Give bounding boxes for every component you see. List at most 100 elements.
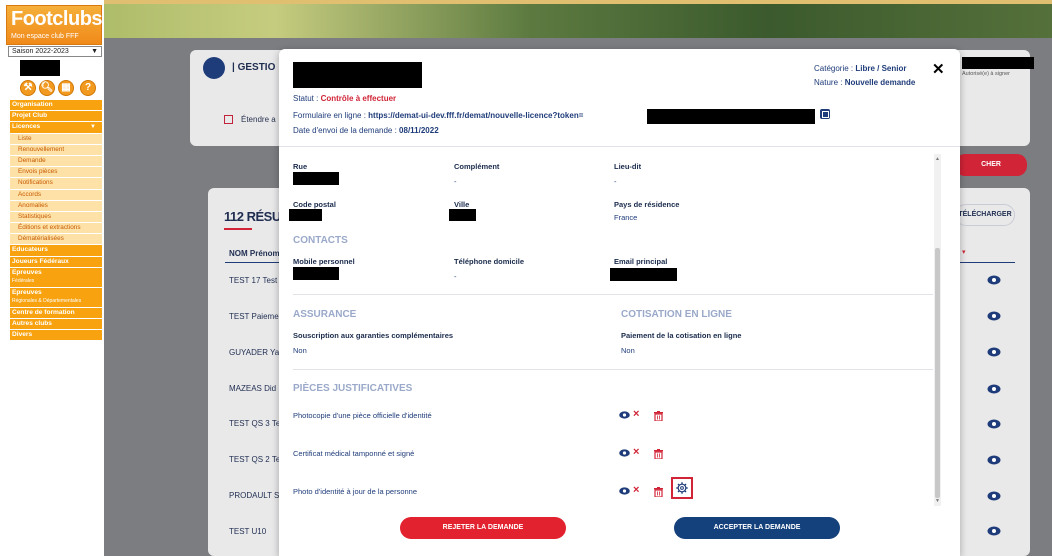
help-icon[interactable]: ?	[80, 80, 96, 96]
scroll-down-icon[interactable]: ▼	[934, 498, 941, 504]
gear-highlight-box	[671, 477, 693, 499]
sidebar-item-envois-pieces[interactable]: Envois pièces	[10, 167, 102, 178]
chevron-down-icon: ▼	[91, 48, 98, 55]
sidebar-item-joueurs-federaux[interactable]: Joueurs Fédéraux	[10, 256, 102, 267]
cotisation-label: Paiement de la cotisation en ligne	[621, 331, 742, 340]
accept-request-button[interactable]: ACCEPTER LA DEMANDE	[674, 517, 840, 539]
scrollbar-thumb[interactable]	[935, 248, 940, 498]
eye-icon[interactable]	[987, 275, 1001, 285]
assurance-label: Souscription aux garanties complémentair…	[293, 331, 454, 340]
search-icon[interactable]: 🔍︎	[39, 80, 55, 96]
chevron-down-icon[interactable]: ▾	[962, 248, 966, 256]
eye-icon[interactable]	[619, 411, 630, 419]
sidebar-item-autres-clubs[interactable]: Autres clubs	[10, 319, 102, 330]
eye-icon[interactable]	[987, 311, 1001, 321]
close-icon[interactable]: ✕	[932, 60, 945, 78]
search-button[interactable]: CHER	[955, 154, 1027, 176]
season-select-value: Saison 2022-2023	[12, 48, 69, 55]
season-select[interactable]: Saison 2022-2023 ▼	[8, 46, 102, 57]
license-request-modal: ✕ Catégorie : Libre / Senior Nature : No…	[279, 49, 960, 556]
complement-label: Complément	[454, 162, 500, 171]
close-icon[interactable]: ×	[633, 408, 639, 420]
sidebar-item-demande[interactable]: Demande	[10, 155, 102, 167]
close-icon[interactable]: ×	[633, 484, 639, 496]
banner-stripe	[104, 0, 1052, 4]
date-line: Date d'envoi de la demande : 08/11/2022	[293, 126, 439, 135]
results-title-underline	[224, 228, 252, 230]
category-line: Catégorie : Libre / Senior	[814, 64, 907, 73]
table-row: TEST QS 3 Te	[229, 419, 281, 428]
trash-icon[interactable]	[654, 449, 663, 459]
trash-icon[interactable]	[654, 411, 663, 421]
reject-request-button[interactable]: REJETER LA DEMANDE	[400, 517, 566, 539]
form-url[interactable]: https://demat-ui-dev.fff.fr/demat/nouvel…	[368, 111, 583, 120]
sidebar-item-accords[interactable]: Accords	[10, 189, 102, 200]
copy-icon[interactable]	[820, 109, 830, 119]
sidebar-item-liste[interactable]: Liste	[10, 133, 102, 144]
complement-value: -	[454, 177, 457, 186]
sidebar-item-educateurs[interactable]: Educateurs	[10, 245, 102, 256]
page-header-title: | GESTIO	[232, 62, 276, 73]
calendar-icon[interactable]: ▦	[58, 80, 74, 96]
user-role: Autorisé(e) à signer	[962, 71, 1010, 77]
pays-value: France	[614, 213, 638, 222]
redacted-user-name	[962, 57, 1034, 69]
trash-icon[interactable]	[654, 487, 663, 497]
scroll-up-icon[interactable]: ▲	[934, 156, 941, 162]
modal-scroll-area[interactable]: Rue Complément - Lieu-dit - Code postal …	[279, 149, 960, 509]
column-header-name[interactable]: NOM Prénom	[229, 249, 280, 258]
eye-icon[interactable]	[987, 347, 1001, 357]
sidebar-item-organisation[interactable]: Organisation	[10, 100, 102, 111]
eye-icon[interactable]	[987, 419, 1001, 429]
sidebar-item-epreuves-federales[interactable]: Epreuves Fédérales	[10, 267, 102, 287]
gear-icon[interactable]	[676, 482, 688, 494]
extend-label: Étendre a	[241, 115, 276, 124]
header-banner	[104, 0, 1052, 38]
eye-icon[interactable]	[987, 526, 1001, 536]
pieces-title: PIÈCES JUSTIFICATIVES	[293, 383, 413, 394]
cotisation-value: Non	[621, 346, 635, 355]
redacted-person-name	[293, 62, 422, 88]
extend-checkbox[interactable]	[224, 115, 233, 124]
rue-label: Rue	[293, 162, 308, 171]
eye-icon[interactable]	[987, 384, 1001, 394]
table-row: TEST Paieme	[229, 312, 279, 321]
sidebar-item-renouvellement[interactable]: Renouvellement	[10, 144, 102, 155]
sidebar-item-editions[interactable]: Éditions et extractions	[10, 223, 102, 234]
lieudit-value: -	[614, 177, 617, 186]
footclubs-logo[interactable]: Footclubs Mon espace club FFF	[6, 5, 103, 45]
sidebar-item-divers[interactable]: Divers	[10, 330, 102, 341]
piece-certificat: Certificat médical tamponné et signé	[293, 449, 415, 458]
sidebar-item-notifications[interactable]: Notifications	[10, 178, 102, 189]
redacted-club-name	[20, 60, 60, 76]
redacted-ville	[449, 209, 476, 221]
table-row: TEST 17 Test	[229, 276, 278, 285]
modal-scrollbar[interactable]: ▲ ▼	[934, 154, 941, 506]
telephone-label: Téléphone domicile	[454, 257, 525, 266]
sidebar-item-epreuves-regionales[interactable]: Epreuves Régionales & Départementales	[10, 287, 102, 307]
redacted-token	[647, 109, 815, 124]
close-icon[interactable]: ×	[633, 446, 639, 458]
eye-icon[interactable]	[619, 449, 630, 457]
ville-label: Ville	[454, 200, 470, 209]
sidebar-item-licences[interactable]: Licences ▼	[10, 122, 102, 133]
header-divider	[279, 146, 960, 147]
email-label: Email principal	[614, 257, 668, 266]
table-row: GUYADER Ya	[229, 348, 280, 357]
sidebar-item-centre-formation[interactable]: Centre de formation	[10, 307, 102, 318]
eye-icon[interactable]	[619, 487, 630, 495]
download-button[interactable]: TÉLÉCHARGER	[955, 204, 1015, 226]
sidebar-item-dematerialisees[interactable]: Dématérialisées	[10, 234, 102, 245]
tools-icon[interactable]: ⚒	[20, 80, 36, 96]
sidebar-item-anomalies[interactable]: Anomalies	[10, 200, 102, 211]
sidebar-item-projet-club[interactable]: Projet Club	[10, 111, 102, 122]
eye-icon[interactable]	[987, 491, 1001, 501]
date-value: 08/11/2022	[399, 126, 439, 135]
lieudit-label: Lieu-dit	[614, 162, 642, 171]
code-postal-label: Code postal	[293, 200, 336, 209]
eye-icon[interactable]	[987, 455, 1001, 465]
table-row: TEST U10	[229, 527, 267, 536]
sidebar-item-statistiques[interactable]: Statistiques	[10, 211, 102, 223]
cotisation-title: COTISATION EN LIGNE	[621, 309, 732, 320]
fff-logo-icon	[203, 57, 225, 79]
